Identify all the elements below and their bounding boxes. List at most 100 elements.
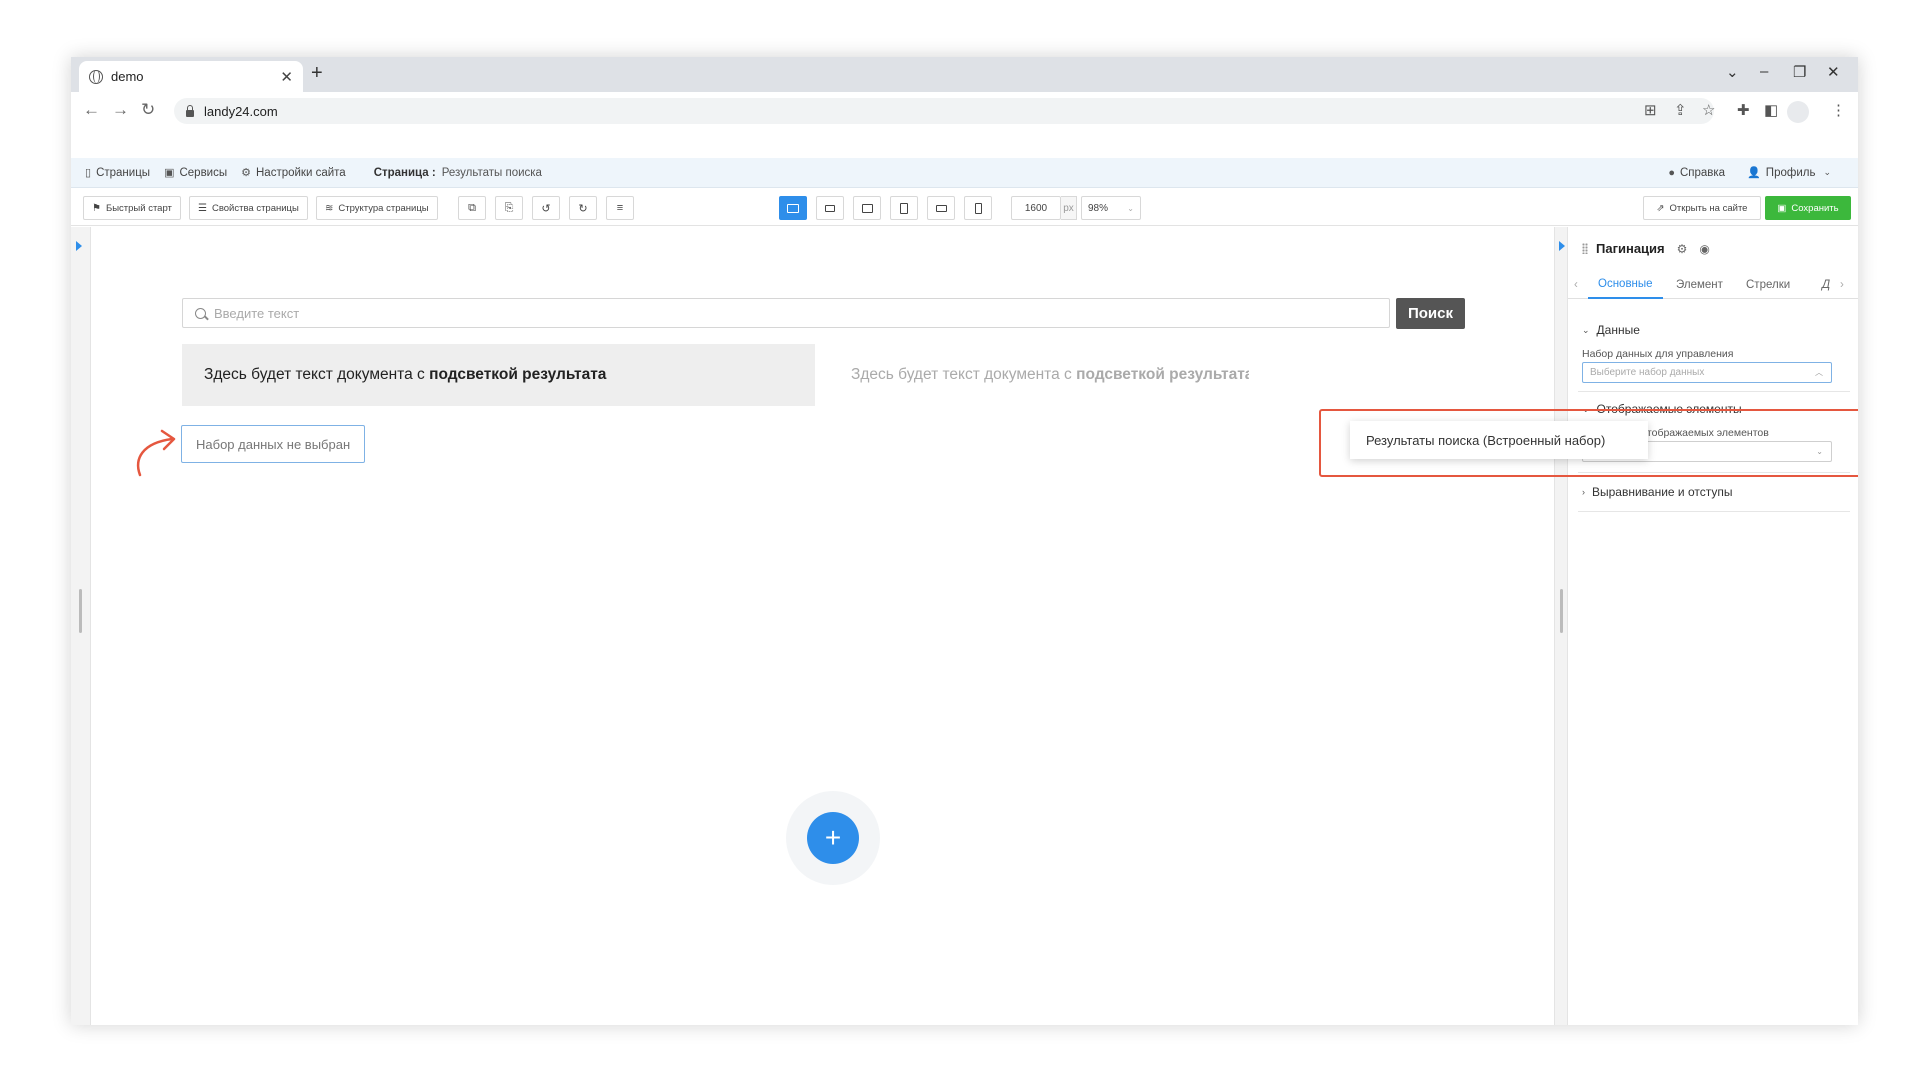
profile-label: Профиль	[1765, 166, 1816, 179]
tab-search-icon[interactable]: ⌄	[1726, 63, 1739, 81]
tab-strip: demo ✕ + ⌄ – ❐ ✕	[71, 57, 1858, 92]
search-button[interactable]: Поиск	[1396, 298, 1465, 329]
tab-title: demo	[111, 69, 144, 84]
browser-window: demo ✕ + ⌄ – ❐ ✕ ← → ↻ landy24.com ⊞ ⇪ ☆…	[71, 57, 1858, 1025]
close-tab-icon[interactable]: ✕	[280, 68, 293, 86]
help-label: Справка	[1679, 166, 1726, 179]
mobile-landscape-view-icon[interactable]	[927, 196, 955, 220]
paste-icon[interactable]: ⎘	[495, 196, 523, 220]
site-settings-label: Настройки сайта	[256, 166, 346, 179]
profile-avatar[interactable]	[1787, 101, 1809, 123]
pages-label: Страницы	[96, 166, 151, 179]
width-unit: px	[1061, 196, 1077, 220]
browser-tab[interactable]: demo ✕	[79, 61, 303, 92]
share-icon[interactable]: ⇪	[1674, 101, 1687, 119]
database-icon[interactable]: ≡	[606, 196, 634, 220]
section-displayed[interactable]: ⌄ Отображаемые элементы	[1582, 402, 1742, 416]
tab-element[interactable]: Элемент	[1676, 271, 1723, 299]
gear-icon: ⚙	[241, 167, 251, 179]
pages-menu[interactable]: ▯ Страницы	[85, 166, 151, 180]
layers-icon: ≋	[325, 202, 334, 214]
tab-more[interactable]: Д	[1822, 271, 1830, 299]
add-block-button[interactable]: +	[807, 812, 859, 864]
redo-icon[interactable]: ↻	[569, 196, 597, 220]
save-button[interactable]: ▣ Сохранить	[1765, 196, 1851, 220]
resize-handle[interactable]	[79, 589, 82, 633]
list-icon: ☰	[198, 202, 207, 214]
undo-icon[interactable]: ↺	[532, 196, 560, 220]
tablet-portrait-view-icon[interactable]	[890, 196, 918, 220]
section-data[interactable]: ⌄ Данные	[1582, 323, 1640, 337]
tabs-scroll-left-icon[interactable]: ‹	[1574, 271, 1578, 299]
panel-title: Пагинация	[1596, 241, 1665, 256]
profile-menu[interactable]: 👤 Профиль ⌄	[1747, 166, 1836, 180]
left-panel-toggle[interactable]	[71, 227, 91, 1025]
menu-icon[interactable]: ⋮	[1831, 101, 1846, 119]
new-tab-icon[interactable]: +	[311, 62, 323, 85]
page-name[interactable]: Результаты поиска	[442, 167, 542, 179]
help-icon: ●	[1668, 166, 1675, 179]
services-label: Сервисы	[179, 166, 228, 179]
globe-icon	[89, 69, 103, 84]
tablet-landscape-view-icon[interactable]	[853, 196, 881, 220]
pagination-placeholder[interactable]: Набор данных не выбран	[181, 425, 365, 463]
search-input[interactable]: Введите текст	[182, 298, 1390, 328]
collapse-arrow-icon	[1559, 241, 1565, 251]
section-displayed-label: Отображаемые элементы	[1596, 402, 1742, 416]
section-data-label: Данные	[1596, 323, 1640, 337]
search-result-item[interactable]: Здесь будет текст документа с подсветкой…	[829, 344, 1249, 406]
tab-arrows[interactable]: Стрелки	[1746, 271, 1790, 299]
services-menu[interactable]: ▣ Сервисы	[164, 166, 228, 180]
resize-handle[interactable]	[1560, 589, 1563, 633]
briefcase-icon: ▣	[164, 167, 175, 179]
address-bar[interactable]: landy24.com	[174, 98, 1714, 124]
copy-icon[interactable]: ⧉	[458, 196, 486, 220]
external-link-icon: ⇗	[1656, 202, 1665, 214]
close-window-icon[interactable]: ✕	[1827, 63, 1840, 81]
user-icon: 👤	[1747, 167, 1761, 179]
help-link[interactable]: ● Справка	[1668, 167, 1725, 179]
search-icon	[195, 307, 206, 319]
chevron-right-icon: ›	[1582, 487, 1585, 497]
extensions-icon[interactable]: ✚	[1737, 101, 1750, 119]
chevron-down-icon: ⌄	[1582, 324, 1590, 335]
divider	[1578, 472, 1850, 473]
divider	[1578, 511, 1850, 512]
forward-icon[interactable]: →	[112, 100, 129, 120]
quick-start-button[interactable]: ⚑ Быстрый старт	[83, 196, 181, 220]
bookmark-star-icon[interactable]: ☆	[1702, 101, 1715, 119]
tabs-scroll-right-icon[interactable]: ›	[1840, 271, 1844, 299]
side-panel-icon[interactable]: ◧	[1764, 101, 1778, 119]
width-input[interactable]: 1600	[1011, 196, 1061, 220]
section-align[interactable]: › Выравнивание и отступы	[1582, 485, 1733, 499]
minimize-icon[interactable]: –	[1760, 63, 1768, 80]
chevron-up-icon: ︿	[1815, 368, 1823, 377]
laptop-view-icon[interactable]	[816, 196, 844, 220]
settings-icon[interactable]: ⚙	[1677, 242, 1688, 256]
add-block-area: +	[786, 791, 880, 885]
dataset-dropdown-option[interactable]: Результаты поиска (Встроенный набор)	[1350, 421, 1648, 459]
dataset-select-placeholder: Выберите набор данных	[1590, 367, 1705, 378]
zoom-select[interactable]: 98% ⌄	[1081, 196, 1141, 220]
browser-toolbar: ← → ↻ landy24.com ⊞ ⇪ ☆ ✚ ◧ ⋮	[71, 92, 1858, 130]
desktop-view-icon[interactable]	[779, 196, 807, 220]
open-on-site-button[interactable]: ⇗ Открыть на сайте	[1643, 196, 1761, 220]
chevron-down-icon: ⌄	[1582, 403, 1590, 414]
dataset-select[interactable]: Выберите набор данных ︿	[1582, 362, 1832, 383]
reload-icon[interactable]: ↻	[141, 100, 155, 120]
translate-icon[interactable]: ⊞	[1644, 101, 1657, 119]
mobile-portrait-view-icon[interactable]	[964, 196, 992, 220]
result-text: Здесь будет текст документа с	[851, 366, 1072, 383]
search-placeholder: Введите текст	[214, 305, 300, 321]
page-structure-button[interactable]: ≋ Структура страницы	[316, 196, 438, 220]
page-properties-button[interactable]: ☰ Свойства страницы	[189, 196, 308, 220]
right-panel-toggle[interactable]	[1554, 227, 1568, 1025]
site-settings-menu[interactable]: ⚙ Настройки сайта	[241, 166, 346, 180]
drag-grip-icon[interactable]	[1582, 243, 1588, 254]
eye-icon[interactable]: ◉	[1699, 242, 1709, 256]
search-result-item[interactable]: Здесь будет текст документа с подсветкой…	[182, 344, 815, 406]
tab-basic[interactable]: Основные	[1588, 271, 1663, 299]
restore-icon[interactable]: ❐	[1793, 63, 1806, 81]
back-icon[interactable]: ←	[83, 100, 100, 120]
url-text: landy24.com	[204, 103, 278, 119]
